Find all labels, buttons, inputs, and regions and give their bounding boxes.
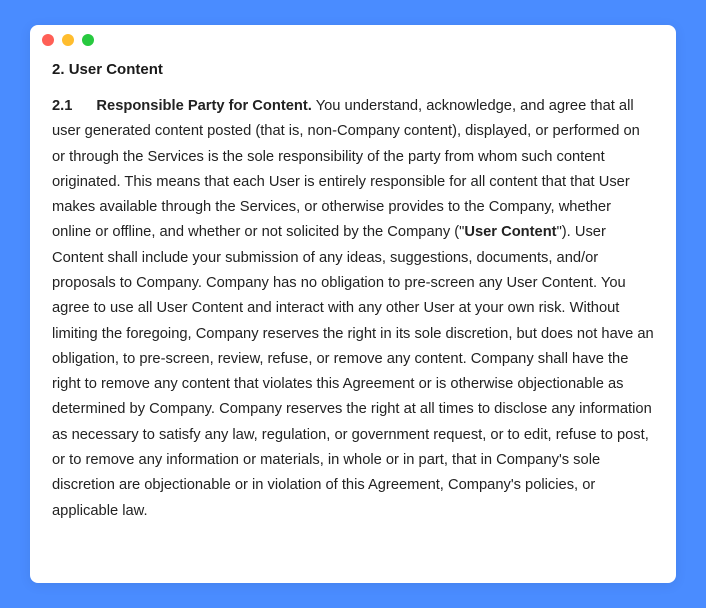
- section-heading: 2. User Content: [52, 61, 654, 78]
- maximize-icon[interactable]: [82, 34, 94, 46]
- clause-body-pre: You understand, acknowledge, and agree t…: [52, 98, 640, 240]
- defined-term: User Content: [464, 224, 556, 240]
- clause-title: Responsible Party for Content.: [96, 98, 311, 114]
- window-titlebar: [30, 25, 676, 55]
- clause-body-post: "). User Content shall include your subm…: [52, 224, 654, 518]
- document-window: 2. User Content 2.1 Responsible Party for…: [30, 25, 676, 583]
- section-number: 2.: [52, 61, 65, 78]
- clause-number: 2.1: [52, 98, 72, 114]
- minimize-icon[interactable]: [62, 34, 74, 46]
- close-icon[interactable]: [42, 34, 54, 46]
- section-title: User Content: [69, 61, 163, 78]
- document-content: 2. User Content 2.1 Responsible Party for…: [30, 55, 676, 546]
- clause-paragraph: 2.1 Responsible Party for Content. You un…: [52, 94, 654, 524]
